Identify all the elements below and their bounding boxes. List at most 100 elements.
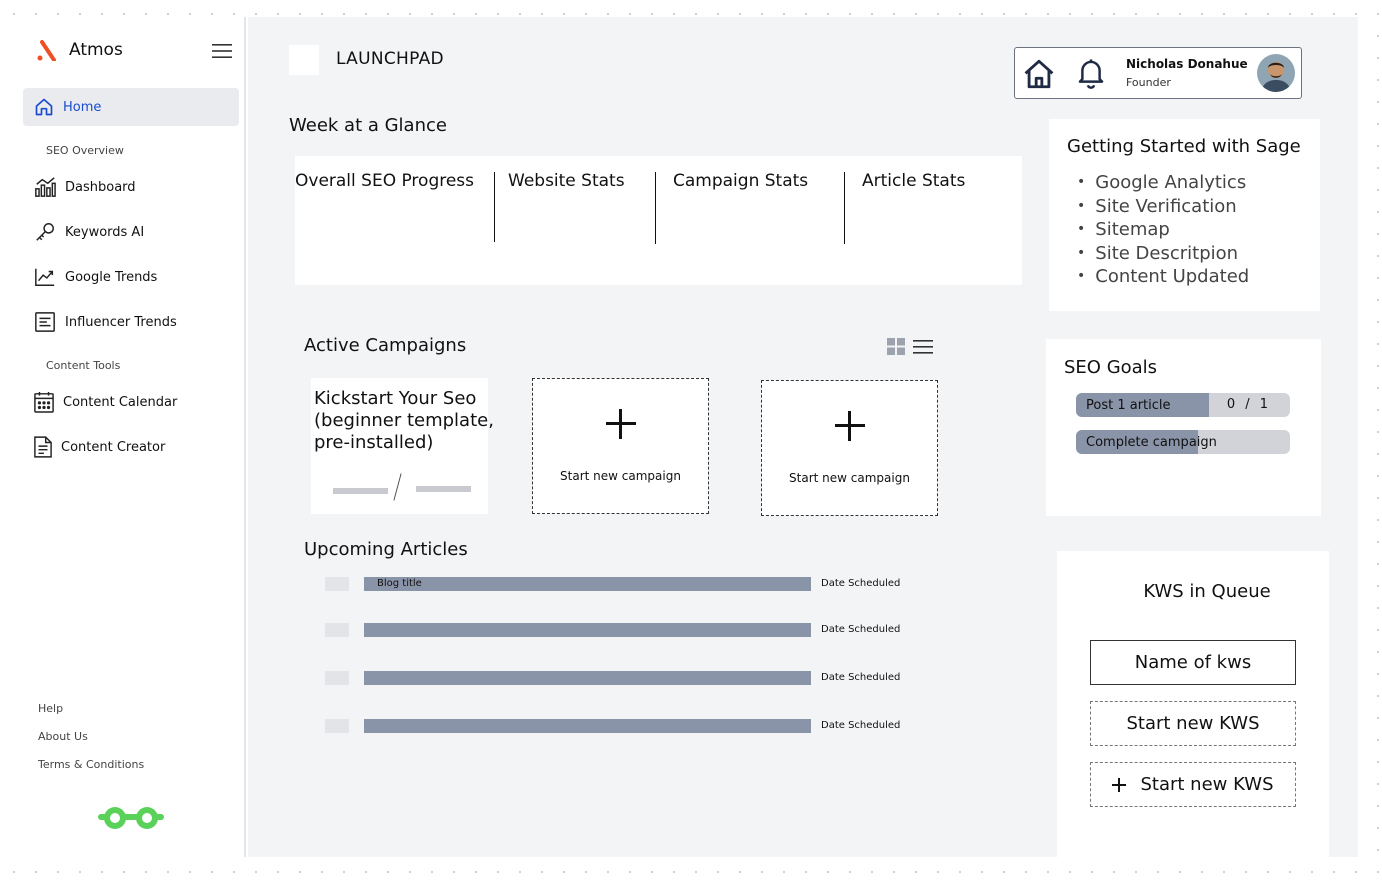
article-checkbox[interactable]	[325, 671, 349, 685]
hamburger-menu-icon[interactable]	[212, 43, 232, 59]
start-new-kws-button[interactable]: Start new KWS	[1090, 701, 1296, 746]
plus-icon	[605, 409, 636, 439]
campaign-progress-divider	[393, 473, 402, 501]
user-name: Nicholas Donahue	[1126, 57, 1248, 71]
upcoming-articles-title: Upcoming Articles	[304, 539, 468, 560]
list-item[interactable]: Sitemap	[1077, 219, 1249, 243]
plus-icon	[1112, 777, 1127, 792]
home-icon[interactable]	[1022, 57, 1056, 91]
goal-progress-complete-campaign: Complete campaign	[1076, 430, 1290, 454]
divider	[844, 172, 845, 244]
article-date: Date Scheduled	[821, 624, 901, 635]
divider	[655, 172, 656, 244]
page-title: LAUNCHPAD	[336, 49, 444, 69]
goal-count: 0 / 1	[1226, 397, 1268, 412]
campaign-progress-left	[333, 488, 388, 494]
kws-name-field[interactable]: Name of kws	[1090, 640, 1296, 685]
about-us-link[interactable]: About Us	[38, 730, 88, 743]
start-new-campaign-button[interactable]: Start new campaign	[532, 378, 709, 514]
week-at-glance-panel: Overall SEO Progress Website Stats Campa…	[295, 156, 1022, 285]
week-at-glance-title: Week at a Glance	[289, 115, 447, 136]
user-role: Founder	[1126, 76, 1171, 89]
sidebar-item-content-creator[interactable]: Content Creator	[23, 428, 239, 466]
article-title-bar[interactable]	[364, 623, 811, 637]
trend-icon	[35, 268, 55, 286]
bar-chart-icon	[35, 177, 56, 197]
header-logo-placeholder	[289, 45, 319, 75]
list-item[interactable]: Google Analytics	[1077, 172, 1249, 196]
document-icon	[34, 436, 52, 458]
article-title-bar[interactable]	[364, 719, 811, 733]
article-checkbox[interactable]	[325, 577, 349, 591]
brand[interactable]: Atmos	[36, 39, 123, 61]
sidebar-item-content-calendar[interactable]: Content Calendar	[23, 383, 239, 421]
campaign-progress-right	[416, 486, 471, 492]
goal-progress-post-article: Post 1 article 0 / 1	[1076, 393, 1290, 417]
sidebar-item-label: Home	[63, 99, 102, 115]
new-campaign-label: Start new campaign	[560, 469, 681, 483]
campaign-card[interactable]: Kickstart Your Seo (beginner template, p…	[311, 378, 494, 514]
sidebar-item-label: Dashboard	[65, 179, 136, 195]
home-icon	[35, 98, 53, 116]
calendar-icon	[34, 392, 54, 413]
list-item[interactable]: Content Updated	[1077, 266, 1249, 290]
seo-goals-title: SEO Goals	[1064, 357, 1158, 378]
start-new-campaign-button-2[interactable]: Start new campaign	[761, 380, 938, 516]
getting-started-title: Getting Started with Sage	[1067, 136, 1301, 157]
plus-icon	[834, 411, 865, 441]
sidebar-item-keywords-ai[interactable]: Keywords AI	[23, 213, 239, 251]
list-view-icon[interactable]	[913, 339, 933, 355]
campaign-title: Kickstart Your Seo (beginner template, p…	[314, 388, 494, 453]
sidebar-item-google-trends[interactable]: Google Trends	[23, 258, 239, 296]
user-bar: Nicholas Donahue Founder	[1014, 47, 1302, 99]
document-list-icon	[35, 312, 55, 332]
add-new-kws-button[interactable]: Start new KWS	[1090, 762, 1296, 807]
avatar[interactable]	[1257, 54, 1295, 92]
stat-article[interactable]: Article Stats	[862, 171, 965, 191]
sidebar-item-dashboard[interactable]: Dashboard	[23, 168, 239, 206]
bell-icon[interactable]	[1076, 57, 1106, 89]
grid-view-icon[interactable]	[887, 338, 906, 356]
sidebar-item-label: Keywords AI	[65, 224, 145, 240]
kws-queue-card: KWS in Queue Name of kws Start new KWS S…	[1057, 551, 1329, 857]
seo-goals-card: SEO Goals Post 1 article 0 / 1 Complete …	[1046, 339, 1321, 516]
sidebar-item-label: Influencer Trends	[65, 314, 177, 330]
section-label-seo: SEO Overview	[46, 144, 124, 157]
kws-name-label: Name of kws	[1134, 652, 1252, 673]
help-link[interactable]: Help	[38, 702, 63, 715]
getting-started-card: Getting Started with Sage Google Analyti…	[1049, 119, 1320, 311]
sidebar-item-influencer-trends[interactable]: Influencer Trends	[23, 303, 239, 341]
article-title-bar[interactable]	[364, 671, 811, 685]
article-title: Blog title	[377, 578, 422, 589]
glasses-mascot-icon	[98, 807, 164, 829]
sidebar-item-label: Content Calendar	[63, 394, 178, 410]
article-date: Date Scheduled	[821, 578, 901, 589]
stat-overall-seo[interactable]: Overall SEO Progress	[295, 171, 474, 191]
start-kws-label: Start new KWS	[1126, 713, 1260, 734]
section-label-content: Content Tools	[46, 359, 121, 372]
terms-link[interactable]: Terms & Conditions	[38, 758, 144, 771]
article-title-bar[interactable]: Blog title	[364, 577, 811, 591]
article-date: Date Scheduled	[821, 672, 901, 683]
divider	[494, 172, 495, 242]
goal-label: Complete campaign	[1086, 435, 1217, 450]
atmos-logo-icon	[37, 40, 56, 61]
key-icon	[36, 223, 54, 241]
new-campaign-label: Start new campaign	[789, 471, 910, 485]
article-date: Date Scheduled	[821, 720, 901, 731]
stat-campaign[interactable]: Campaign Stats	[673, 171, 808, 191]
kws-queue-title: KWS in Queue	[1143, 581, 1271, 602]
list-item[interactable]: Site Descritpion	[1077, 243, 1249, 267]
getting-started-list: Google Analytics Site Verification Sitem…	[1077, 172, 1249, 290]
article-checkbox[interactable]	[325, 719, 349, 733]
stat-website[interactable]: Website Stats	[508, 171, 625, 191]
brand-name: Atmos	[69, 40, 123, 60]
sidebar-item-home[interactable]: Home	[23, 88, 239, 126]
sidebar: Atmos Home SEO Overview Dashboard Keywor…	[0, 17, 246, 857]
article-checkbox[interactable]	[325, 623, 349, 637]
active-campaigns-title: Active Campaigns	[304, 335, 467, 356]
list-item[interactable]: Site Verification	[1077, 196, 1249, 220]
goal-label: Post 1 article	[1086, 398, 1171, 413]
sidebar-item-label: Google Trends	[65, 269, 158, 285]
sidebar-item-label: Content Creator	[61, 439, 166, 455]
